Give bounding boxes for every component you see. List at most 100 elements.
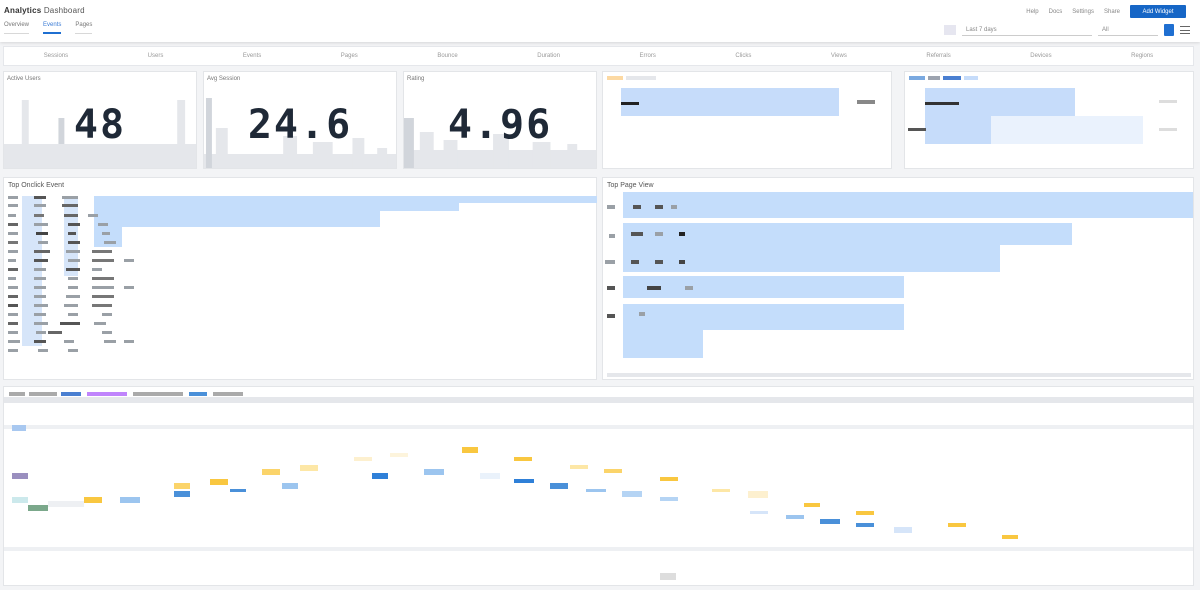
event-mark[interactable] — [660, 477, 678, 481]
event-mark[interactable] — [750, 511, 768, 514]
metrics-strip: Sessions Users Events Pages Bounce Durat… — [3, 46, 1194, 66]
event-mark[interactable] — [786, 515, 804, 519]
event-mark[interactable] — [820, 519, 840, 524]
filter-bar: Last 7 days All — [944, 24, 1190, 36]
event-mark[interactable] — [174, 483, 190, 489]
legend-swatch — [928, 76, 940, 80]
app-header: Analytics Dashboard Overview Events Page… — [0, 0, 1200, 42]
stat-card-rating[interactable]: Rating 4.96 — [403, 71, 597, 169]
strip-item[interactable]: Duration — [537, 53, 560, 59]
event-mark[interactable] — [804, 503, 820, 507]
bar[interactable] — [991, 116, 1143, 144]
event-mark[interactable] — [856, 523, 874, 527]
event-mark[interactable] — [230, 489, 246, 492]
legend-swatch — [964, 76, 978, 80]
event-mark[interactable] — [550, 483, 568, 489]
event-mark[interactable] — [514, 479, 534, 483]
refresh-icon[interactable] — [1164, 24, 1174, 36]
settings-link[interactable]: Settings — [1072, 9, 1094, 15]
strip-item[interactable]: Users — [148, 53, 164, 59]
strip-item[interactable]: Events — [243, 53, 261, 59]
add-widget-button[interactable]: Add Widget — [1130, 5, 1186, 18]
strip-item[interactable]: Views — [831, 53, 847, 59]
brand[interactable]: Analytics Dashboard — [4, 6, 85, 15]
bar-value — [1159, 128, 1177, 131]
header-actions: Help Docs Settings Share Add Widget — [1026, 5, 1186, 18]
event-mark[interactable] — [120, 497, 140, 503]
stat-card-session[interactable]: Avg Session 24.6 — [203, 71, 397, 169]
strip-item[interactable]: Pages — [341, 53, 358, 59]
panel-title: Top Onclick Event — [8, 182, 65, 189]
tab-overview[interactable]: Overview — [4, 22, 30, 34]
event-mark[interactable] — [604, 469, 622, 473]
event-mark[interactable] — [660, 497, 678, 501]
bar-value — [857, 100, 875, 104]
strip-item[interactable]: Devices — [1030, 53, 1051, 59]
mini-bar-panel-2[interactable] — [904, 71, 1194, 169]
event-mark[interactable] — [84, 497, 102, 503]
event-mark[interactable] — [894, 527, 912, 533]
event-mark[interactable] — [12, 425, 26, 431]
tab-pages[interactable]: Pages — [75, 22, 93, 34]
timeline-scroll-handle[interactable] — [660, 573, 676, 580]
strip-item[interactable]: Sessions — [44, 53, 68, 59]
stat-card-users[interactable]: Active Users 48 — [3, 71, 197, 169]
event-mark[interactable] — [480, 473, 500, 479]
event-mark[interactable] — [948, 523, 966, 527]
bar-label — [621, 102, 639, 105]
top-page-view-panel[interactable]: Top Page View — [602, 177, 1194, 380]
segment-select[interactable]: All — [1098, 24, 1158, 36]
menu-icon[interactable] — [1180, 26, 1190, 34]
event-mark[interactable] — [300, 465, 318, 471]
timeline-row-divider — [4, 425, 1193, 429]
event-mark[interactable] — [28, 505, 48, 511]
strip-item[interactable]: Regions — [1131, 53, 1153, 59]
share-link[interactable]: Share — [1104, 9, 1120, 15]
event-labels — [8, 196, 134, 352]
strip-item[interactable]: Clicks — [735, 53, 751, 59]
timeline-header — [4, 397, 1193, 403]
event-mark[interactable] — [462, 447, 478, 453]
calendar-icon[interactable] — [944, 25, 956, 35]
tab-events[interactable]: Events — [43, 22, 62, 34]
event-mark[interactable] — [372, 473, 388, 479]
docs-link[interactable]: Docs — [1049, 9, 1063, 15]
event-mark[interactable] — [12, 473, 28, 479]
strip-item[interactable]: Bounce — [437, 53, 457, 59]
strip-item[interactable]: Referrals — [926, 53, 950, 59]
event-mark[interactable] — [390, 453, 408, 457]
event-mark[interactable] — [210, 479, 228, 485]
strip-item[interactable]: Errors — [639, 53, 655, 59]
event-mark[interactable] — [570, 465, 588, 469]
event-mark[interactable] — [424, 469, 444, 475]
event-mark[interactable] — [712, 489, 730, 492]
bar[interactable] — [623, 330, 703, 358]
top-onclick-event-panel[interactable]: Top Onclick Event — [3, 177, 597, 380]
event-mark[interactable] — [586, 489, 606, 492]
horizontal-scrollbar[interactable] — [607, 373, 1191, 377]
event-mark[interactable] — [514, 457, 532, 461]
brand-left: Analytics — [4, 6, 42, 15]
event-mark[interactable] — [748, 491, 768, 498]
event-mark[interactable] — [622, 491, 642, 497]
event-mark[interactable] — [1002, 535, 1018, 539]
event-mark[interactable] — [174, 491, 190, 497]
event-timeline-panel[interactable] — [3, 386, 1194, 586]
help-link[interactable]: Help — [1026, 9, 1038, 15]
bar[interactable] — [623, 192, 1193, 218]
bar-label — [908, 128, 926, 131]
date-range-select[interactable]: Last 7 days — [962, 24, 1092, 36]
event-mark[interactable] — [856, 511, 874, 515]
event-mark[interactable] — [282, 483, 298, 489]
timeline-row-divider — [4, 547, 1193, 551]
mini-bar-panel-1[interactable] — [602, 71, 892, 169]
event-mark[interactable] — [262, 469, 280, 475]
stat-value: 48 — [73, 102, 127, 148]
panel-legend — [607, 76, 656, 80]
bar[interactable] — [94, 196, 597, 203]
event-mark[interactable] — [48, 501, 84, 507]
event-mark[interactable] — [12, 497, 28, 503]
bar[interactable] — [621, 88, 839, 116]
event-mark[interactable] — [354, 457, 372, 461]
bar[interactable] — [94, 203, 459, 211]
